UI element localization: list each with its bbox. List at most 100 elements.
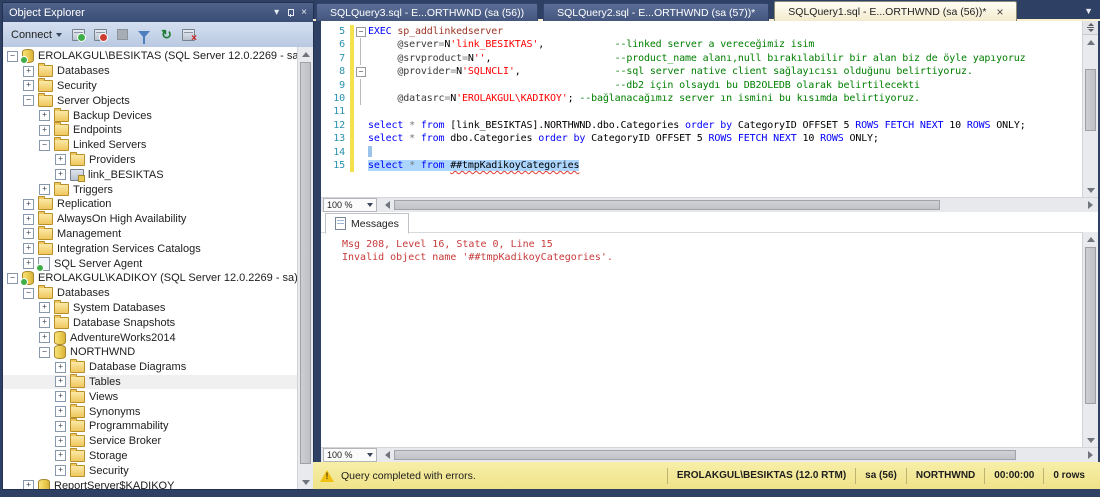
expand-glyph-icon[interactable]: +	[23, 243, 34, 254]
expand-glyph-icon[interactable]: +	[55, 169, 66, 180]
scroll-left-icon[interactable]	[381, 201, 393, 209]
tree-item-triggers[interactable]: +Triggers	[3, 182, 298, 197]
scroll-down-icon[interactable]	[1083, 433, 1098, 447]
scroll-thumb[interactable]	[1085, 247, 1096, 404]
stop-icon[interactable]	[114, 26, 131, 43]
expand-glyph-icon[interactable]: +	[55, 154, 66, 165]
tree-item-northwnd[interactable]: −NORTHWND	[3, 345, 298, 360]
expand-glyph-icon[interactable]: +	[55, 421, 66, 432]
tree-item-endpoints[interactable]: +Endpoints	[3, 123, 298, 138]
pin-icon[interactable]	[287, 9, 293, 17]
expand-glyph-icon[interactable]: +	[39, 110, 50, 121]
code-line[interactable]: 12select * from [link_BESIKTAS].NORTHWND…	[321, 119, 1083, 132]
expand-glyph-icon[interactable]: +	[23, 80, 34, 91]
messages-scrollbar[interactable]	[1082, 232, 1098, 447]
split-editor-handle[interactable]	[1083, 21, 1098, 35]
expand-glyph-icon[interactable]: −	[39, 347, 50, 358]
scroll-down-icon[interactable]	[298, 475, 313, 489]
messages-hscrollbar[interactable]	[394, 448, 1083, 462]
tab-sqlquery2-sql[interactable]: SQLQuery2.sql - E...ORTHWND (sa (57))*	[543, 3, 769, 21]
expand-glyph-icon[interactable]: −	[23, 95, 34, 106]
tree-item-security[interactable]: +Security	[3, 463, 298, 478]
code-line[interactable]: 5EXEC sp_addlinkedserver	[321, 25, 1083, 38]
tree-item-programmability[interactable]: +Programmability	[3, 419, 298, 434]
tree-scrollbar[interactable]	[297, 47, 313, 489]
editor-scrollbar[interactable]	[1082, 21, 1098, 197]
filter-icon[interactable]	[136, 26, 153, 43]
window-position-icon[interactable]: ▾	[274, 8, 279, 18]
expand-glyph-icon[interactable]: −	[23, 288, 34, 299]
scroll-thumb[interactable]	[394, 450, 1016, 460]
messages-output[interactable]: Msg 208, Level 16, State 0, Line 15Inval…	[321, 232, 1083, 447]
tree-item-security[interactable]: +Security	[3, 79, 298, 94]
tree-item-erolakgul-kadikoy-sql-server-12-0-2269-sa[interactable]: −EROLAKGUL\KADIKOY (SQL Server 12.0.2269…	[3, 271, 298, 286]
connect-server-icon[interactable]	[70, 26, 87, 43]
tree-item-tables[interactable]: +Tables	[3, 375, 298, 390]
code-line[interactable]: 14	[321, 146, 1083, 159]
refresh-icon[interactable]: ↻	[158, 26, 175, 43]
code-line[interactable]: 8 @provider=N'SQLNCLI', --sql server nat…	[321, 65, 1083, 78]
scroll-down-icon[interactable]	[1083, 183, 1098, 197]
tree-item-erolakgul-besiktas-sql-server-12-0-2269-sa[interactable]: −EROLAKGUL\BESIKTAS (SQL Server 12.0.226…	[3, 49, 298, 64]
tree-item-database-snapshots[interactable]: +Database Snapshots	[3, 315, 298, 330]
messages-zoom-select[interactable]: 100 %	[323, 448, 377, 462]
tree-item-synonyms[interactable]: +Synonyms	[3, 404, 298, 419]
expand-glyph-icon[interactable]: +	[55, 376, 66, 387]
expand-glyph-icon[interactable]: +	[55, 450, 66, 461]
tree-item-system-databases[interactable]: +System Databases	[3, 301, 298, 316]
tree-item-replication[interactable]: +Replication	[3, 197, 298, 212]
code-line[interactable]: 11	[321, 105, 1083, 118]
expand-glyph-icon[interactable]: +	[39, 125, 50, 136]
close-icon[interactable]: ×	[301, 8, 307, 18]
tree-item-management[interactable]: +Management	[3, 227, 298, 242]
expand-glyph-icon[interactable]: +	[39, 302, 50, 313]
expand-glyph-icon[interactable]: +	[23, 66, 34, 77]
tree-item-linked-servers[interactable]: −Linked Servers	[3, 138, 298, 153]
tree-item-views[interactable]: +Views	[3, 389, 298, 404]
tree-item-sql-server-agent[interactable]: +SQL Server Agent	[3, 256, 298, 271]
tab-sqlquery3-sql[interactable]: SQLQuery3.sql - E...ORTHWND (sa (56))	[316, 3, 538, 21]
scroll-up-icon[interactable]	[1083, 35, 1098, 49]
expand-glyph-icon[interactable]: +	[23, 480, 34, 489]
fold-collapse-icon[interactable]	[354, 65, 368, 78]
code-line[interactable]: 7 @srvproduct=N'', --product_name alanı,…	[321, 52, 1083, 65]
expand-glyph-icon[interactable]: +	[55, 406, 66, 417]
expand-glyph-icon[interactable]: +	[39, 332, 50, 343]
code-line[interactable]: 13select * from dbo.Categories order by …	[321, 132, 1083, 145]
fold-collapse-icon[interactable]	[354, 25, 368, 38]
tree-item-backup-devices[interactable]: +Backup Devices	[3, 108, 298, 123]
expand-glyph-icon[interactable]: −	[7, 273, 18, 284]
tree-item-reportserver-kadikoy[interactable]: +ReportServer$KADIKOY	[3, 478, 298, 489]
tree-item-integration-services-catalogs[interactable]: +Integration Services Catalogs	[3, 241, 298, 256]
remove-server-icon[interactable]: ×	[180, 26, 197, 43]
tree-item-databases[interactable]: +Databases	[3, 64, 298, 79]
expand-glyph-icon[interactable]: −	[39, 140, 50, 151]
expand-glyph-icon[interactable]: +	[23, 214, 34, 225]
scroll-right-icon[interactable]	[1084, 451, 1096, 459]
editor-hscrollbar[interactable]	[394, 198, 1083, 212]
scroll-up-icon[interactable]	[1083, 232, 1098, 246]
code-line[interactable]: 9 --db2 için olsaydı bu DB2OLEDB olarak …	[321, 79, 1083, 92]
tree-item-database-diagrams[interactable]: +Database Diagrams	[3, 360, 298, 375]
expand-glyph-icon[interactable]: +	[55, 362, 66, 373]
scroll-up-icon[interactable]	[298, 47, 313, 61]
expand-glyph-icon[interactable]: +	[55, 465, 66, 476]
scroll-thumb[interactable]	[394, 200, 940, 210]
tree-item-service-broker[interactable]: +Service Broker	[3, 434, 298, 449]
expand-glyph-icon[interactable]: +	[55, 436, 66, 447]
close-tab-icon[interactable]: ×	[996, 7, 1003, 17]
sql-editor[interactable]: 5EXEC sp_addlinkedserver6 @server=N'link…	[321, 21, 1098, 197]
expand-glyph-icon[interactable]: +	[23, 258, 34, 269]
editor-zoom-select[interactable]: 100 %	[323, 198, 377, 212]
tree-item-databases[interactable]: −Databases	[3, 286, 298, 301]
code-line[interactable]: 10 @datasrc=N'EROLAKGUL\KADIKOY'; --bağl…	[321, 92, 1083, 105]
scroll-right-icon[interactable]	[1084, 201, 1096, 209]
tree-item-server-objects[interactable]: −Server Objects	[3, 93, 298, 108]
tab-messages[interactable]: Messages	[325, 213, 409, 234]
expand-glyph-icon[interactable]: +	[23, 228, 34, 239]
tree-item-alwayson-high-availability[interactable]: +AlwaysOn High Availability	[3, 212, 298, 227]
tree-item-adventureworks2014[interactable]: +AdventureWorks2014	[3, 330, 298, 345]
expand-glyph-icon[interactable]: +	[39, 317, 50, 328]
object-explorer-titlebar[interactable]: Object Explorer ▾ ×	[3, 3, 313, 22]
expand-glyph-icon[interactable]: +	[39, 184, 50, 195]
